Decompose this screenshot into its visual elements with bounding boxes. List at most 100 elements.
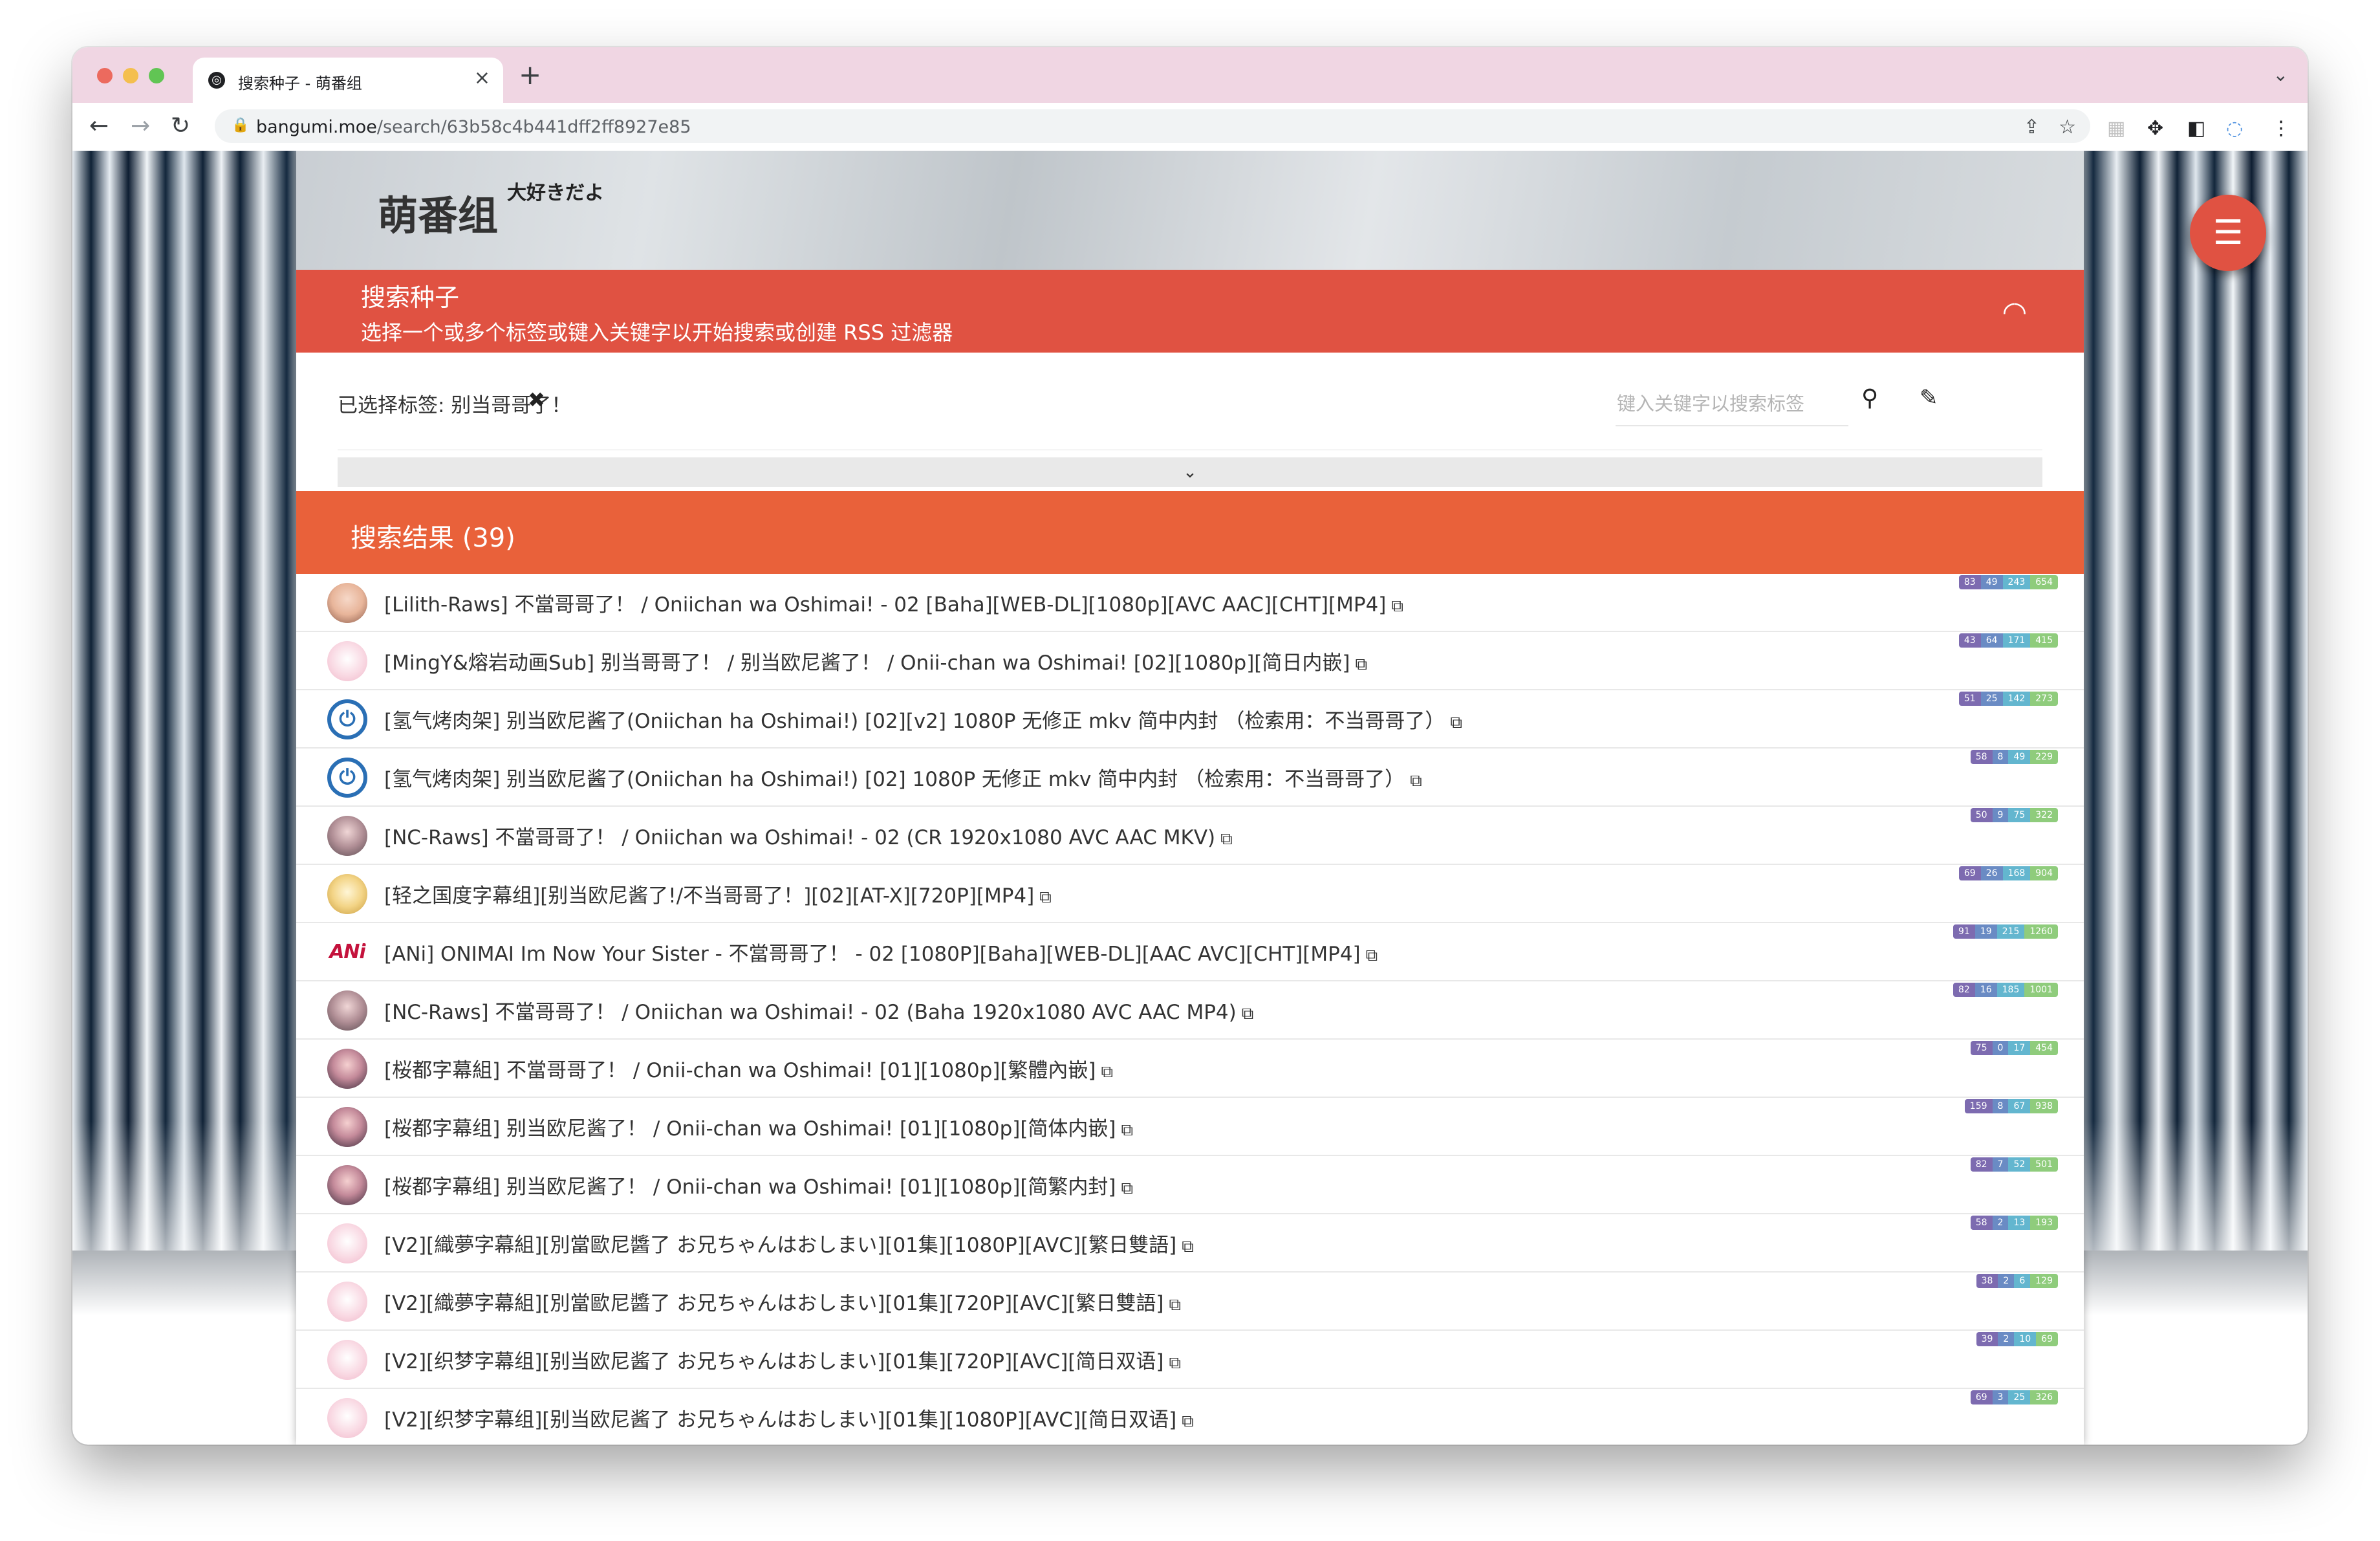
stat-downloads: 326 bbox=[2030, 1390, 2058, 1404]
external-link-icon[interactable]: ⧉ bbox=[1220, 829, 1233, 849]
uploader-avatar[interactable] bbox=[327, 1223, 367, 1263]
uploader-avatar[interactable]: ⏻ bbox=[327, 699, 367, 739]
keyword-search-input[interactable] bbox=[1616, 382, 1848, 426]
torrent-row[interactable]: [V2][织梦字幕组][别当欧尼酱了 お兄ちゃんはおしまい][01集][1080… bbox=[296, 1389, 2084, 1445]
forward-arrow-icon[interactable]: → bbox=[131, 112, 150, 140]
torrent-stats: 39 2 10 69 bbox=[1976, 1332, 2058, 1346]
new-tab-button[interactable]: + bbox=[519, 61, 541, 89]
torrent-title[interactable]: [Lilith-Raws] 不當哥哥了！ / Oniichan wa Oshim… bbox=[384, 588, 1403, 617]
site-logo[interactable]: 萌番组 bbox=[378, 183, 498, 241]
torrent-title[interactable]: [V2][织梦字幕组][别当欧尼酱了 お兄ちゃんはおしまい][01集][1080… bbox=[384, 1403, 1194, 1432]
torrent-row[interactable]: [MingY&熔岩动画Sub] 别当哥哥了！ / 别当欧尼酱了！ / Onii-… bbox=[296, 632, 2084, 690]
remove-tag-icon[interactable]: ✖ bbox=[528, 388, 545, 412]
extensions-puzzle-icon[interactable]: ✥ bbox=[2147, 117, 2163, 140]
uploader-avatar[interactable] bbox=[327, 1398, 367, 1438]
uploader-avatar[interactable] bbox=[327, 1282, 367, 1322]
external-link-icon[interactable]: ⧉ bbox=[1410, 771, 1422, 791]
torrent-row[interactable]: [轻之国度字幕组][别当欧尼酱了!/不当哥哥了！][02][AT-X][720P… bbox=[296, 865, 2084, 923]
maximize-window-button[interactable] bbox=[149, 68, 164, 83]
external-link-icon[interactable]: ⧉ bbox=[1101, 1062, 1114, 1082]
uploader-avatar[interactable] bbox=[327, 641, 367, 681]
external-link-icon[interactable]: ⧉ bbox=[1242, 1004, 1254, 1023]
reload-icon[interactable]: ↻ bbox=[171, 112, 190, 140]
torrent-title[interactable]: [V2][織夢字幕組][別當歐尼醬了 お兄ちゃんはおしまい][01集][720P… bbox=[384, 1287, 1181, 1316]
external-link-icon[interactable]: ⧉ bbox=[1182, 1412, 1194, 1431]
stat-finished: 185 bbox=[1996, 983, 2025, 997]
external-link-icon[interactable]: ⧉ bbox=[1366, 946, 1378, 965]
stat-seeders: 83 bbox=[1958, 575, 1981, 589]
torrent-row[interactable]: ANi [ANi] ONIMAI Im Now Your Sister - 不當… bbox=[296, 923, 2084, 981]
uploader-avatar[interactable]: ⏻ bbox=[327, 758, 367, 798]
torrent-title[interactable]: [桜都字幕组] 别当欧尼酱了！ / Onii-chan wa Oshimai! … bbox=[384, 1112, 1133, 1141]
torrent-title[interactable]: [轻之国度字幕组][别当欧尼酱了!/不当哥哥了！][02][AT-X][720P… bbox=[384, 879, 1052, 908]
external-link-icon[interactable]: ⧉ bbox=[1121, 1179, 1134, 1198]
uploader-avatar[interactable] bbox=[327, 583, 367, 623]
torrent-title[interactable]: [NC-Raws] 不當哥哥了！ / Oniichan wa Oshimai! … bbox=[384, 996, 1253, 1025]
bookmark-star-icon[interactable]: ☆ bbox=[2059, 116, 2076, 138]
torrent-title[interactable]: [桜都字幕組] 不當哥哥了！ / Onii-chan wa Oshimai! [… bbox=[384, 1054, 1113, 1083]
uploader-avatar[interactable] bbox=[327, 1107, 367, 1147]
torrent-title[interactable]: [氢气烤肉架] 别当欧尼酱了(Oniichan ha Oshimai!) [02… bbox=[384, 763, 1422, 792]
close-window-button[interactable] bbox=[97, 68, 113, 83]
uploader-avatar[interactable] bbox=[327, 1049, 367, 1089]
stat-downloads: 1260 bbox=[2024, 924, 2058, 939]
browser-tab[interactable]: ◎ 搜索种子 - 萌番组 × bbox=[193, 58, 503, 103]
torrent-title[interactable]: [NC-Raws] 不當哥哥了！ / Oniichan wa Oshimai! … bbox=[384, 821, 1233, 850]
pencil-edit-icon[interactable]: ✎ bbox=[1920, 385, 1938, 411]
uploader-avatar[interactable] bbox=[327, 874, 367, 914]
stat-downloads: 904 bbox=[2030, 866, 2058, 880]
external-link-icon[interactable]: ⧉ bbox=[1169, 1353, 1182, 1373]
torrent-title[interactable]: [氢气烤肉架] 别当欧尼酱了(Oniichan ha Oshimai!) [02… bbox=[384, 705, 1462, 734]
expand-tags-bar[interactable]: ⌄ bbox=[338, 457, 2042, 487]
uploader-avatar[interactable] bbox=[327, 1340, 367, 1380]
tab-search-chevron-icon[interactable]: ⌄ bbox=[2273, 64, 2288, 85]
torrent-row[interactable]: [NC-Raws] 不當哥哥了！ / Oniichan wa Oshimai! … bbox=[296, 807, 2084, 865]
torrent-row[interactable]: [桜都字幕组] 别当欧尼酱了！ / Onii-chan wa Oshimai! … bbox=[296, 1098, 2084, 1156]
torrent-row[interactable]: ⏻ [氢气烤肉架] 别当欧尼酱了(Oniichan ha Oshimai!) [… bbox=[296, 749, 2084, 807]
share-icon[interactable]: ⇪ bbox=[2024, 116, 2040, 138]
address-bar[interactable]: 🔒 bangumi.moe/search/63b58c4b441dff2ff89… bbox=[215, 109, 2090, 143]
external-link-icon[interactable]: ⧉ bbox=[1121, 1120, 1134, 1140]
rss-icon[interactable]: ◜◝ bbox=[2004, 296, 2026, 329]
site-logo-subtitle: 大好きだよ bbox=[507, 182, 604, 204]
hamburger-menu-icon[interactable]: ☰ bbox=[2190, 195, 2266, 271]
stat-finished: 49 bbox=[2008, 750, 2031, 764]
uploader-avatar[interactable] bbox=[327, 990, 367, 1031]
torrent-row[interactable]: [桜都字幕组] 别当欧尼酱了！ / Onii-chan wa Oshimai! … bbox=[296, 1156, 2084, 1214]
torrent-row[interactable]: [Lilith-Raws] 不當哥哥了！ / Oniichan wa Oshim… bbox=[296, 574, 2084, 632]
uploader-avatar[interactable] bbox=[327, 816, 367, 856]
profile-extension-icon[interactable]: ◌ bbox=[2226, 117, 2243, 140]
torrent-title[interactable]: [V2][織夢字幕組][別當歐尼醬了 お兄ちゃんはおしまい][01集][1080… bbox=[384, 1229, 1194, 1258]
search-icon[interactable]: ⚲ bbox=[1861, 385, 1878, 411]
torrent-title-text: [氢气烤肉架] 别当欧尼酱了(Oniichan ha Oshimai!) [02… bbox=[384, 710, 1445, 733]
minimize-window-button[interactable] bbox=[123, 68, 138, 83]
back-arrow-icon[interactable]: ← bbox=[89, 112, 109, 140]
external-link-icon[interactable]: ⧉ bbox=[1450, 713, 1462, 732]
extension-grid-icon[interactable]: ▦ bbox=[2107, 117, 2125, 140]
external-link-icon[interactable]: ⧉ bbox=[1169, 1295, 1182, 1315]
torrent-row[interactable]: [V2][织梦字幕组][别当欧尼酱了 お兄ちゃんはおしまい][01集][720P… bbox=[296, 1331, 2084, 1389]
torrent-stats: 58 2 13 193 bbox=[1970, 1216, 2058, 1230]
more-menu-icon[interactable]: ⋮ bbox=[2271, 117, 2291, 140]
tag-filter-area: 已选择标签: 别当哥哥了！ ✖ ⚲ ✎ ⌄ bbox=[296, 353, 2084, 488]
external-link-icon[interactable]: ⧉ bbox=[1391, 596, 1403, 616]
torrent-row[interactable]: ⏻ [氢气烤肉架] 别当欧尼酱了(Oniichan ha Oshimai!) [… bbox=[296, 690, 2084, 749]
torrent-title[interactable]: [V2][织梦字幕组][别当欧尼酱了 お兄ちゃんはおしまい][01集][720P… bbox=[384, 1345, 1181, 1374]
stat-seeders: 91 bbox=[1953, 924, 1975, 939]
uploader-avatar[interactable] bbox=[327, 1165, 367, 1205]
torrent-row[interactable]: [V2][織夢字幕組][別當歐尼醬了 お兄ちゃんはおしまい][01集][1080… bbox=[296, 1214, 2084, 1273]
external-link-icon[interactable]: ⧉ bbox=[1182, 1237, 1194, 1256]
external-link-icon[interactable]: ⧉ bbox=[1355, 655, 1367, 674]
external-link-icon[interactable]: ⧉ bbox=[1039, 888, 1052, 907]
torrent-row[interactable]: [桜都字幕組] 不當哥哥了！ / Onii-chan wa Oshimai! [… bbox=[296, 1040, 2084, 1098]
torrent-row[interactable]: [V2][織夢字幕組][別當歐尼醬了 お兄ちゃんはおしまい][01集][720P… bbox=[296, 1273, 2084, 1331]
side-panel-icon[interactable]: ◧ bbox=[2187, 117, 2205, 140]
stat-leechers: 26 bbox=[1980, 866, 2003, 880]
torrent-title[interactable]: [MingY&熔岩动画Sub] 别当哥哥了！ / 别当欧尼酱了！ / Onii-… bbox=[384, 646, 1367, 675]
torrent-row[interactable]: [NC-Raws] 不當哥哥了！ / Oniichan wa Oshimai! … bbox=[296, 981, 2084, 1040]
uploader-avatar[interactable]: ANi bbox=[327, 932, 367, 972]
stat-seeders: 82 bbox=[1953, 983, 1975, 997]
tab-close-icon[interactable]: × bbox=[474, 67, 490, 89]
torrent-title[interactable]: [ANi] ONIMAI Im Now Your Sister - 不當哥哥了！… bbox=[384, 937, 1378, 967]
torrent-title[interactable]: [桜都字幕组] 别当欧尼酱了！ / Onii-chan wa Oshimai! … bbox=[384, 1170, 1133, 1199]
